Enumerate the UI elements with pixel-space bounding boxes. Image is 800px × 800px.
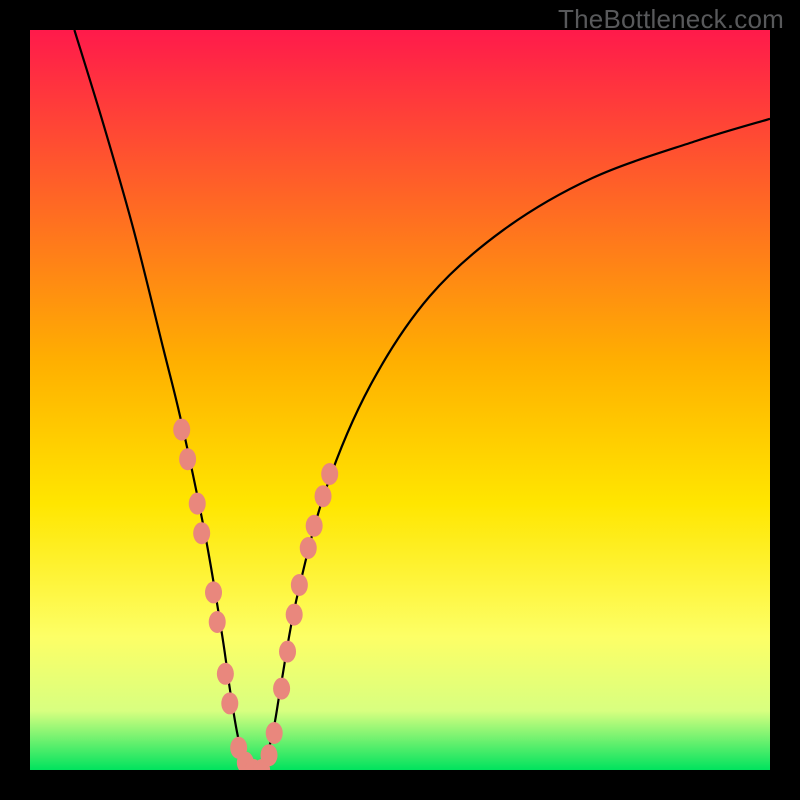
data-marker (266, 722, 283, 744)
data-marker (273, 678, 290, 700)
watermark-text: TheBottleneck.com (558, 4, 784, 35)
data-marker (193, 522, 210, 544)
data-marker (306, 515, 323, 537)
bottleneck-chart (30, 30, 770, 770)
data-marker (279, 641, 296, 663)
data-marker (205, 581, 222, 603)
gradient-background (30, 30, 770, 770)
data-marker (286, 604, 303, 626)
data-marker (300, 537, 317, 559)
data-marker (221, 692, 238, 714)
data-marker (173, 419, 190, 441)
data-marker (261, 744, 278, 766)
data-marker (217, 663, 234, 685)
data-marker (209, 611, 226, 633)
data-marker (315, 485, 332, 507)
data-marker (321, 463, 338, 485)
data-marker (179, 448, 196, 470)
data-marker (189, 493, 206, 515)
data-marker (291, 574, 308, 596)
